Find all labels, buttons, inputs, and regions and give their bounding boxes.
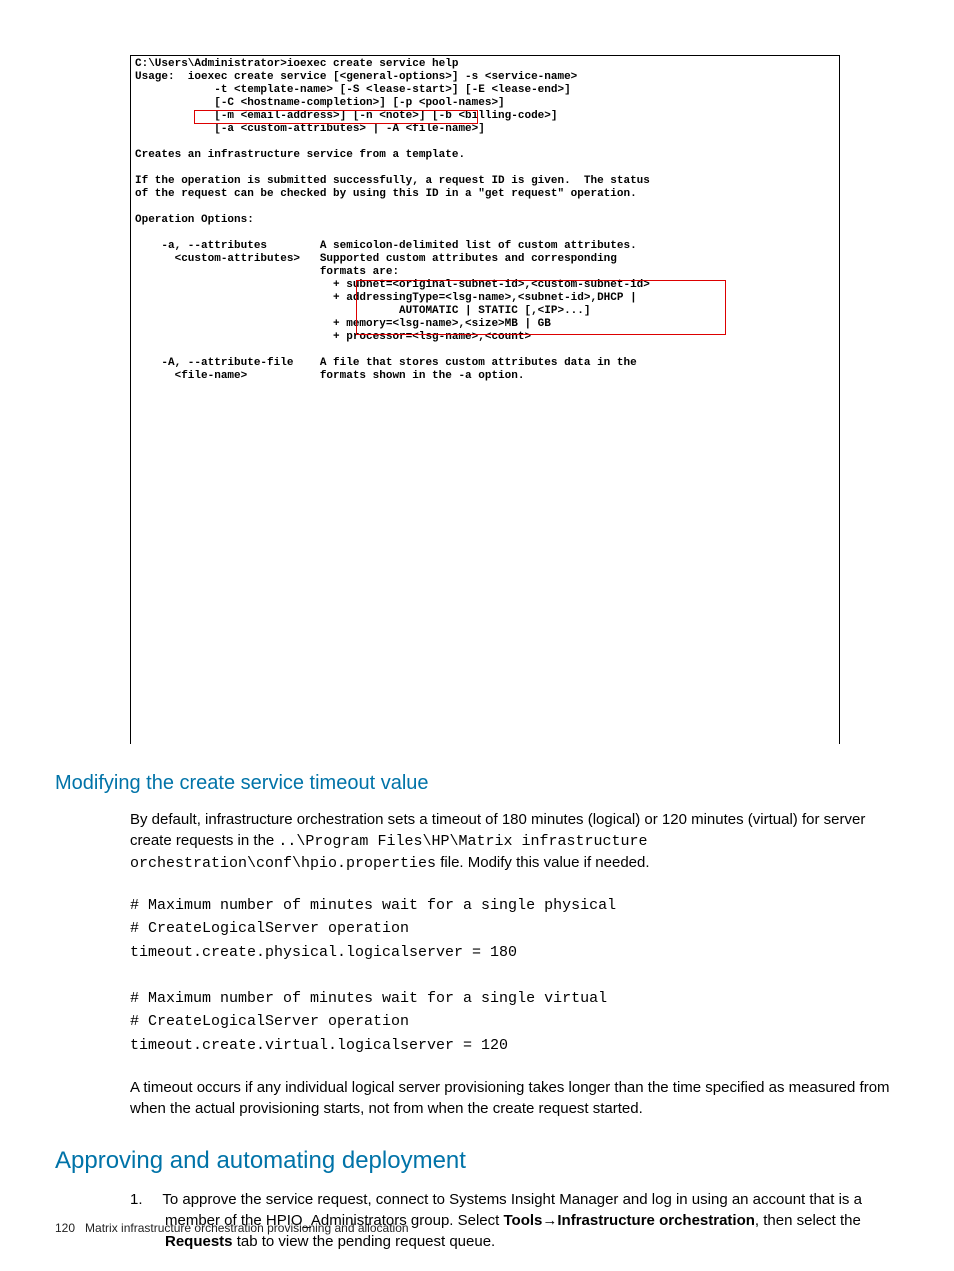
- code-block-properties: # Maximum number of minutes wait for a s…: [130, 894, 899, 1057]
- highlight-box-attributes-usage: [194, 110, 478, 124]
- paragraph-timeout-note: A timeout occurs if any individual logic…: [130, 1077, 899, 1119]
- text: tab to view the pending request queue.: [233, 1233, 496, 1250]
- paragraph-timeout-intro: By default, infrastructure orchestration…: [130, 809, 899, 874]
- section-heading-modifying-timeout: Modifying the create service timeout val…: [55, 772, 899, 795]
- section-heading-approving-deployment: Approving and automating deployment: [55, 1147, 899, 1175]
- terminal-output: C:\Users\Administrator>ioexec create ser…: [130, 55, 840, 744]
- text: file. Modify this value if needed.: [436, 854, 649, 871]
- tab-requests: Requests: [165, 1233, 233, 1250]
- arrow-icon: →: [542, 1212, 557, 1229]
- footer-title: Matrix infrastructure orchestration prov…: [85, 1221, 409, 1235]
- menu-path-tools: Tools: [503, 1212, 542, 1229]
- highlight-box-attributes-formats: [356, 280, 726, 335]
- page-footer: 120 Matrix infrastructure orchestration …: [55, 1221, 409, 1235]
- page-number: 120: [55, 1221, 75, 1235]
- step-number: 1.: [130, 1189, 154, 1210]
- text: , then select the: [755, 1212, 861, 1229]
- menu-path-infrastructure-orchestration: Infrastructure orchestration: [557, 1212, 755, 1229]
